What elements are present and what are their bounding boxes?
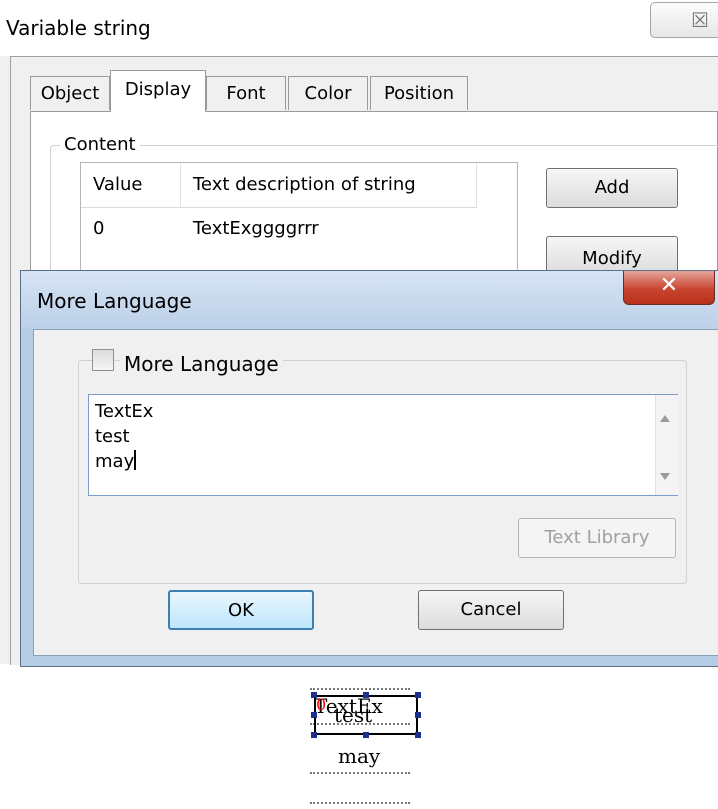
tab-position[interactable]: Position xyxy=(370,76,468,110)
resize-handle[interactable] xyxy=(311,732,317,738)
text-lines: TextEx test may xyxy=(95,399,153,474)
preview-bottom-text: may xyxy=(338,744,381,768)
scroll-up-arrow-icon[interactable] xyxy=(660,415,670,422)
resize-handle[interactable] xyxy=(311,712,317,718)
scroll-down-arrow-icon[interactable] xyxy=(660,473,670,480)
table-cell-description[interactable]: TextExggggrrr xyxy=(181,211,477,247)
column-header-description[interactable]: Text description of string xyxy=(181,163,477,207)
selection-box[interactable]: 0 test xyxy=(314,695,418,735)
vertical-scrollbar[interactable] xyxy=(655,395,678,495)
resize-handle[interactable] xyxy=(415,692,421,698)
close-icon: ✕ xyxy=(659,273,679,298)
language-text-area[interactable]: TextEx test may xyxy=(88,394,678,496)
resize-handle[interactable] xyxy=(311,692,317,698)
text-line: TextEx xyxy=(95,401,154,422)
resize-handle[interactable] xyxy=(363,692,369,698)
dialog-title: Variable string xyxy=(6,16,151,40)
tab-display[interactable]: Display xyxy=(110,70,206,112)
grid-dots xyxy=(310,688,410,690)
variable-string-preview[interactable]: TextEx 0 test may xyxy=(300,676,430,809)
text-line: may xyxy=(95,450,137,472)
tab-object[interactable]: Object xyxy=(30,76,110,110)
tab-font[interactable]: Font xyxy=(206,76,286,110)
tab-color[interactable]: Color xyxy=(288,76,368,110)
resize-handle[interactable] xyxy=(415,712,421,718)
cancel-button[interactable]: Cancel xyxy=(418,590,564,630)
content-label: Content xyxy=(60,134,140,155)
resize-handle[interactable] xyxy=(415,732,421,738)
table-cell-value[interactable]: 0 xyxy=(81,211,181,247)
text-library-button[interactable]: Text Library xyxy=(518,518,676,558)
more-language-checkbox-label[interactable]: More Language xyxy=(120,352,283,376)
ok-button[interactable]: OK xyxy=(168,590,314,630)
grid-dots xyxy=(310,802,410,804)
column-header-value[interactable]: Value xyxy=(81,163,181,207)
resize-handle[interactable] xyxy=(363,732,369,738)
title-bar: Variable string ☒ xyxy=(0,0,718,56)
close-button[interactable]: ✕ xyxy=(623,271,715,305)
add-button[interactable]: Add xyxy=(546,168,678,208)
title-bar: More Language ✕ xyxy=(21,271,718,329)
string-table[interactable]: Value Text description of string 0 TextE… xyxy=(80,162,518,272)
preview-middle-text: test xyxy=(334,703,373,727)
close-icon: ☒ xyxy=(691,8,709,32)
close-button[interactable]: ☒ xyxy=(650,2,718,38)
dialog-title: More Language xyxy=(37,289,192,313)
text-line: test xyxy=(95,426,130,447)
text-caret xyxy=(134,450,137,470)
grid-dots xyxy=(310,772,410,774)
header-divider xyxy=(81,207,477,208)
index-label: 0 xyxy=(316,695,327,714)
more-language-checkbox[interactable] xyxy=(92,349,114,371)
